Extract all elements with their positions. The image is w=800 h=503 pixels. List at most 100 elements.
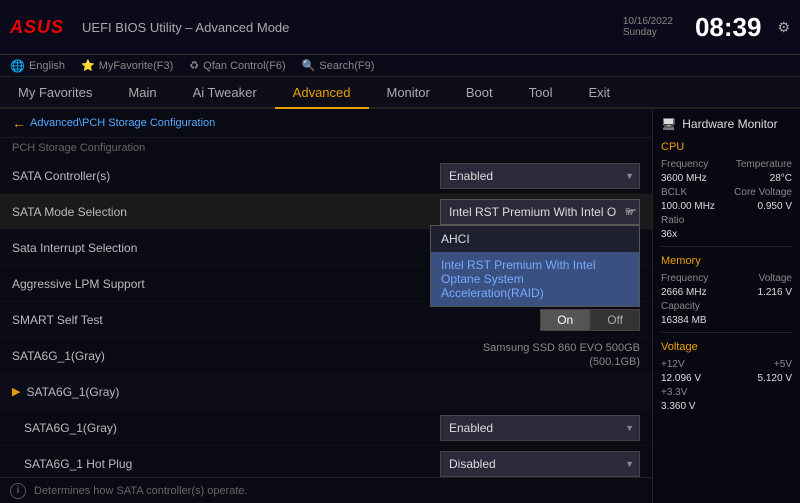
cursor-icon: ☞ bbox=[624, 203, 637, 220]
main-content: ← Advanced\PCH Storage Configuration PCH… bbox=[0, 109, 800, 503]
hw-temp-value: 28°C bbox=[770, 173, 792, 184]
hw-12v-label-row: +12V +5V bbox=[661, 359, 792, 370]
hw-freq-label: Frequency bbox=[661, 159, 708, 170]
nav-tabs: My Favorites Main Ai Tweaker Advanced Mo… bbox=[0, 77, 800, 109]
hw-bclk-row: 100.00 MHz 0.950 V bbox=[661, 201, 792, 212]
qfan-item[interactable]: ♻ Qfan Control(F6) bbox=[189, 59, 285, 72]
info-bottom: i Determines how SATA controller(s) oper… bbox=[0, 477, 652, 503]
hw-5v-label: +5V bbox=[774, 359, 792, 370]
tab-my-favorites[interactable]: My Favorites bbox=[0, 77, 110, 107]
hw-bclk-value: 100.00 MHz bbox=[661, 201, 715, 212]
hw-mem-freq-label: Frequency bbox=[661, 273, 708, 284]
sata6g1-dropdown-label: SATA6G_1(Gray) bbox=[24, 421, 440, 435]
sata-controllers-dropdown[interactable]: Enabled Disabled bbox=[440, 163, 640, 189]
gear-icon[interactable]: ⚙ bbox=[777, 19, 790, 36]
sata-controllers-row[interactable]: SATA Controller(s) Enabled Disabled bbox=[0, 158, 652, 194]
sata6g1-dropdown-wrapper: Enabled Disabled bbox=[440, 415, 640, 441]
hw-33v-row: 3.360 V bbox=[661, 401, 792, 412]
hw-mem-volt-label: Voltage bbox=[759, 273, 792, 284]
hw-12v-label: +12V bbox=[661, 359, 685, 370]
hw-33v-value: 3.360 V bbox=[661, 401, 695, 412]
star-icon: ⭐ bbox=[81, 59, 95, 72]
info-bar: 🌐 English ⭐ MyFavorite(F3) ♻ Qfan Contro… bbox=[0, 55, 800, 77]
sata-mode-option-rst[interactable]: Intel RST Premium With Intel Optane Syst… bbox=[431, 252, 639, 306]
sata-mode-value: Intel RST Premium With Intel O bbox=[449, 205, 616, 219]
sata6g1-hotplug-row[interactable]: SATA6G_1 Hot Plug Disabled Enabled bbox=[0, 446, 652, 477]
back-arrow-icon[interactable]: ← bbox=[12, 115, 26, 131]
hw-cpu-freq-row: 3600 MHz 28°C bbox=[661, 173, 792, 184]
hw-bclk-label-row: BCLK Core Voltage bbox=[661, 187, 792, 198]
hw-5v-value: 5.120 V bbox=[758, 373, 792, 384]
hw-33v-label: +3.3V bbox=[661, 387, 687, 398]
tab-ai-tweaker[interactable]: Ai Tweaker bbox=[175, 77, 275, 107]
sata6g1-info-row: SATA6G_1(Gray) Samsung SSD 860 EVO 500GB… bbox=[0, 338, 652, 374]
search-icon: 🔍 bbox=[302, 59, 316, 72]
myfav-label: MyFavorite(F3) bbox=[99, 60, 174, 72]
fan-icon: ♻ bbox=[189, 59, 199, 72]
monitor-icon: 🖥 bbox=[661, 117, 676, 131]
hw-ratio-label: Ratio bbox=[661, 215, 684, 226]
sata6g1-expandable-label: SATA6G_1(Gray) bbox=[26, 385, 640, 399]
hardware-monitor-panel: 🖥 Hardware Monitor CPU Frequency Tempera… bbox=[652, 109, 800, 503]
tab-monitor[interactable]: Monitor bbox=[369, 77, 448, 107]
hw-corevolt-value: 0.950 V bbox=[758, 201, 792, 212]
left-panel: ← Advanced\PCH Storage Configuration PCH… bbox=[0, 109, 652, 503]
smart-self-test-row[interactable]: SMART Self Test On Off bbox=[0, 302, 652, 338]
hw-mem-cap-label-row: Capacity bbox=[661, 301, 792, 312]
sata-mode-dropdown[interactable]: Intel RST Premium With Intel O ☞ bbox=[440, 199, 640, 225]
hw-corevolt-label: Core Voltage bbox=[734, 187, 792, 198]
language-label: English bbox=[29, 60, 65, 72]
tab-main[interactable]: Main bbox=[110, 77, 174, 107]
hw-mem-volt-value: 1.216 V bbox=[758, 287, 792, 298]
hw-mem-cap-row: 16384 MB bbox=[661, 315, 792, 326]
sata6g1-hotplug-dropdown[interactable]: Disabled Enabled bbox=[440, 451, 640, 477]
breadcrumb-path: Advanced\PCH Storage Configuration bbox=[30, 117, 215, 129]
myfav-item[interactable]: ⭐ MyFavorite(F3) bbox=[81, 59, 173, 72]
hw-ratio-row: 36x bbox=[661, 229, 792, 240]
hw-12v-row: 12.096 V 5.120 V bbox=[661, 373, 792, 384]
hw-freq-value: 3600 MHz bbox=[661, 173, 707, 184]
breadcrumb: ← Advanced\PCH Storage Configuration bbox=[0, 109, 652, 138]
globe-icon: 🌐 bbox=[10, 59, 25, 73]
tab-advanced[interactable]: Advanced bbox=[275, 77, 369, 109]
time-display: 08:39 bbox=[695, 12, 762, 43]
sata6g1-dropdown[interactable]: Enabled Disabled bbox=[440, 415, 640, 441]
hw-ratio-value: 36x bbox=[661, 229, 677, 240]
tab-tool[interactable]: Tool bbox=[511, 77, 571, 107]
hw-ratio-label-row: Ratio bbox=[661, 215, 792, 226]
bios-title: UEFI BIOS Utility – Advanced Mode bbox=[82, 20, 289, 35]
search-item[interactable]: 🔍 Search(F9) bbox=[302, 59, 375, 72]
sata-mode-option-ahci[interactable]: AHCI bbox=[431, 226, 639, 252]
search-label: Search(F9) bbox=[319, 60, 374, 72]
sata-controllers-dropdown-wrapper: Enabled Disabled bbox=[440, 163, 640, 189]
tab-exit[interactable]: Exit bbox=[570, 77, 628, 107]
sata6g1-hotplug-dropdown-wrapper: Disabled Enabled bbox=[440, 451, 640, 477]
hw-bclk-label: BCLK bbox=[661, 187, 687, 198]
sata-mode-label: SATA Mode Selection bbox=[12, 205, 440, 219]
language-item[interactable]: 🌐 English bbox=[10, 59, 65, 73]
hw-12v-value: 12.096 V bbox=[661, 373, 701, 384]
smart-on-button[interactable]: On bbox=[540, 309, 590, 331]
section-label: PCH Storage Configuration bbox=[0, 138, 652, 158]
settings-area: SATA Controller(s) Enabled Disabled SATA… bbox=[0, 158, 652, 477]
hardware-monitor-title: 🖥 Hardware Monitor bbox=[661, 117, 792, 131]
qfan-label: Qfan Control(F6) bbox=[203, 60, 286, 72]
smart-self-test-label: SMART Self Test bbox=[12, 313, 540, 327]
day-display: Sunday bbox=[623, 27, 673, 38]
memory-section-title: Memory bbox=[661, 255, 792, 267]
hw-mem-freq-row: 2666 MHz 1.216 V bbox=[661, 287, 792, 298]
smart-off-button[interactable]: Off bbox=[590, 309, 640, 331]
sata-mode-dropdown-container: Intel RST Premium With Intel O ☞ AHCI In… bbox=[440, 199, 640, 225]
tab-boot[interactable]: Boot bbox=[448, 77, 511, 107]
sata-mode-row[interactable]: SATA Mode Selection Intel RST Premium Wi… bbox=[0, 194, 652, 230]
hw-mem-freq-value: 2666 MHz bbox=[661, 287, 707, 298]
asus-logo: ASUS bbox=[10, 17, 64, 38]
cpu-section-title: CPU bbox=[661, 141, 792, 153]
sata6g1-dropdown-row[interactable]: SATA6G_1(Gray) Enabled Disabled bbox=[0, 410, 652, 446]
voltage-section-title: Voltage bbox=[661, 341, 792, 353]
sata6g1-expandable-row[interactable]: ▶ SATA6G_1(Gray) bbox=[0, 374, 652, 410]
hw-divider-2 bbox=[661, 332, 792, 333]
sata6g1-info-value: Samsung SSD 860 EVO 500GB(500.1GB) bbox=[483, 342, 640, 368]
sata6g1-info-label: SATA6G_1(Gray) bbox=[12, 349, 483, 363]
sata-mode-popup: AHCI Intel RST Premium With Intel Optane… bbox=[430, 225, 640, 307]
